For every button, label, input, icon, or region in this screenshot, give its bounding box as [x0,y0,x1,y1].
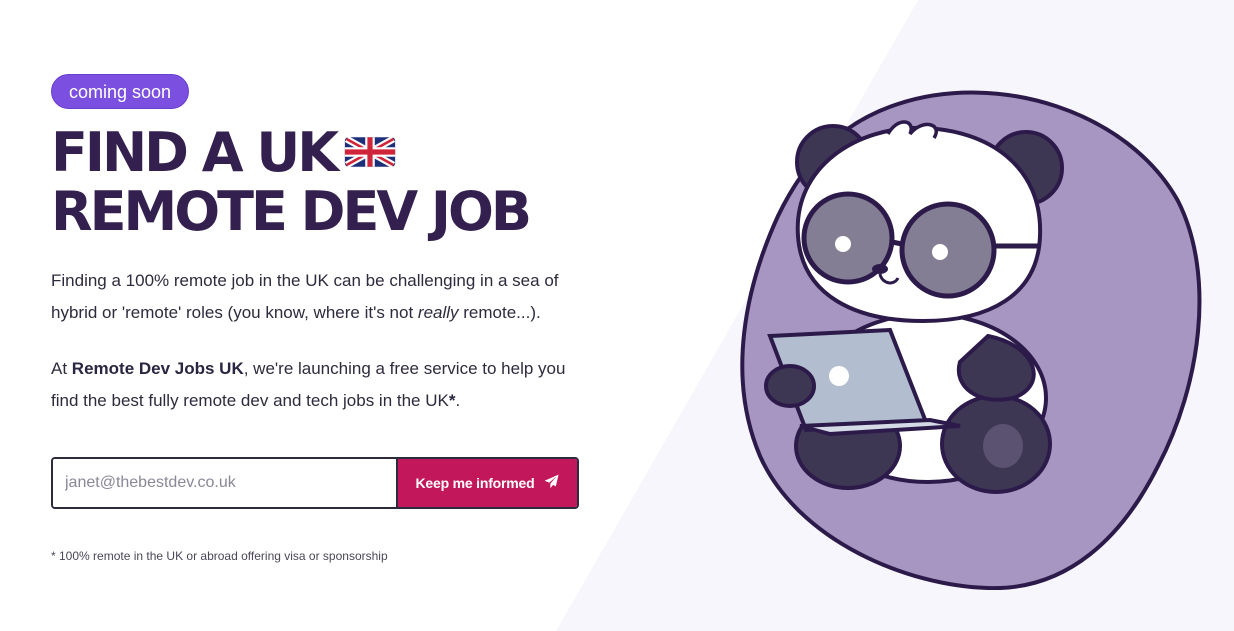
page-title: FIND A UK REMOTE DEV JOB [51,121,591,241]
pitch-prefix: At [51,359,72,378]
headline-line-1: FIND A UK [51,121,339,184]
panda-with-laptop-illustration [738,86,1204,591]
keep-me-informed-button[interactable]: Keep me informed [396,459,577,507]
coming-soon-badge: coming soon [51,74,190,109]
uk-flag-icon [344,121,396,180]
intro-emphasis: really [417,303,459,322]
signup-form: Keep me informed [51,457,579,509]
headline-line-2: REMOTE DEV JOB [51,180,532,243]
hero-content: coming soon FIND A UK REMOTE DEV JOB Fin… [51,74,591,417]
keep-me-informed-label: Keep me informed [415,475,535,491]
brand-name: Remote Dev Jobs UK [71,359,244,378]
footnote: * 100% remote in the UK or abroad offeri… [51,549,388,563]
intro-text: Finding a 100% remote job in the UK can … [51,265,591,329]
email-input[interactable] [53,459,396,507]
pitch-text: At Remote Dev Jobs UK, we're launching a… [51,353,591,417]
pitch-end: . [455,391,461,410]
intro-text-part-2: remote...). [458,303,541,322]
paper-plane-icon [544,474,559,492]
